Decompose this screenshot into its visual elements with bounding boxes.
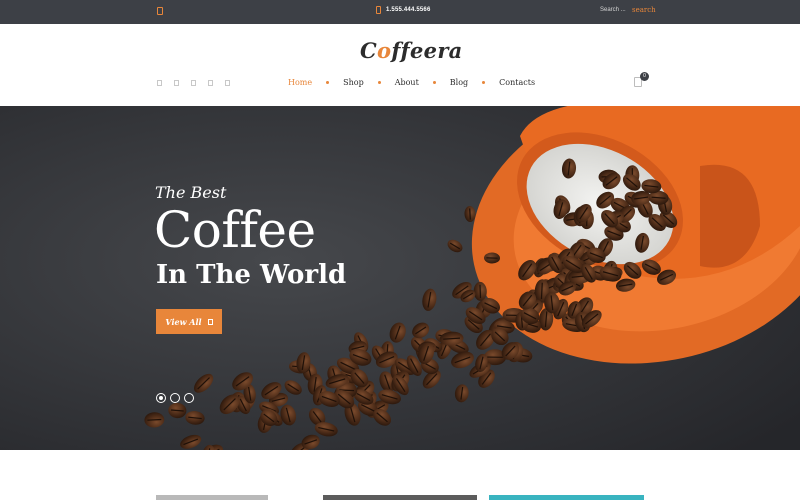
nav-item-shop[interactable]: Shop xyxy=(343,78,364,87)
slide-dot-3[interactable] xyxy=(184,393,194,403)
nav-item-home[interactable]: Home xyxy=(288,78,312,87)
phone-contact: 1.555.444.5566 xyxy=(376,6,431,14)
nav-separator xyxy=(432,81,436,84)
social-links xyxy=(157,80,230,86)
view-all-label: View All xyxy=(165,316,202,327)
facebook-icon[interactable] xyxy=(157,80,162,86)
site-logo[interactable]: Coffeera xyxy=(360,38,463,63)
coffee-bean-crease xyxy=(469,208,471,220)
google-plus-icon[interactable] xyxy=(191,80,196,86)
nav-separator xyxy=(482,81,486,84)
search-input[interactable]: Search ... xyxy=(600,7,626,13)
instagram-icon[interactable] xyxy=(208,80,213,86)
site-header: Coffeera Home Shop About Blog Contacts 0 xyxy=(0,24,800,106)
arrow-right-icon xyxy=(207,318,213,325)
nav-item-contacts[interactable]: Contacts xyxy=(499,78,535,87)
feature-card-1[interactable] xyxy=(156,495,268,500)
nav-item-blog[interactable]: Blog xyxy=(450,78,468,87)
cart-count-badge: 0 xyxy=(640,72,649,81)
top-bar: 1.555.444.5566 Search ... search xyxy=(0,0,800,24)
hero-slider: The Best Coffee In The World View All xyxy=(0,106,800,450)
coffee-bean-letter: o xyxy=(377,38,392,63)
search-button[interactable]: search xyxy=(632,6,656,14)
nav-item-about[interactable]: About xyxy=(395,78,419,87)
coffee-bean-crease xyxy=(147,418,162,421)
coffee-bean-crease xyxy=(540,282,543,300)
hero-subtitle: The Best xyxy=(155,183,227,202)
feature-card-3[interactable] xyxy=(489,495,644,500)
feature-card-2[interactable] xyxy=(323,495,477,500)
map-marker-icon[interactable] xyxy=(157,7,163,15)
twitter-icon[interactable] xyxy=(174,80,179,86)
slide-dot-1[interactable] xyxy=(156,393,166,403)
slider-pagination xyxy=(156,393,194,403)
phone-icon xyxy=(376,6,381,14)
main-nav: Home Shop About Blog Contacts xyxy=(288,78,535,87)
phone-number[interactable]: 1.555.444.5566 xyxy=(386,7,431,13)
hero-title-line2: In The World xyxy=(156,260,347,290)
nav-separator xyxy=(377,81,381,84)
hero-title: Coffee xyxy=(154,201,316,259)
pinterest-icon[interactable] xyxy=(225,80,230,86)
view-all-button[interactable]: View All xyxy=(156,309,222,334)
hero-image-coffee-cup xyxy=(0,106,800,450)
nav-separator xyxy=(326,81,330,84)
slide-dot-2[interactable] xyxy=(170,393,180,403)
